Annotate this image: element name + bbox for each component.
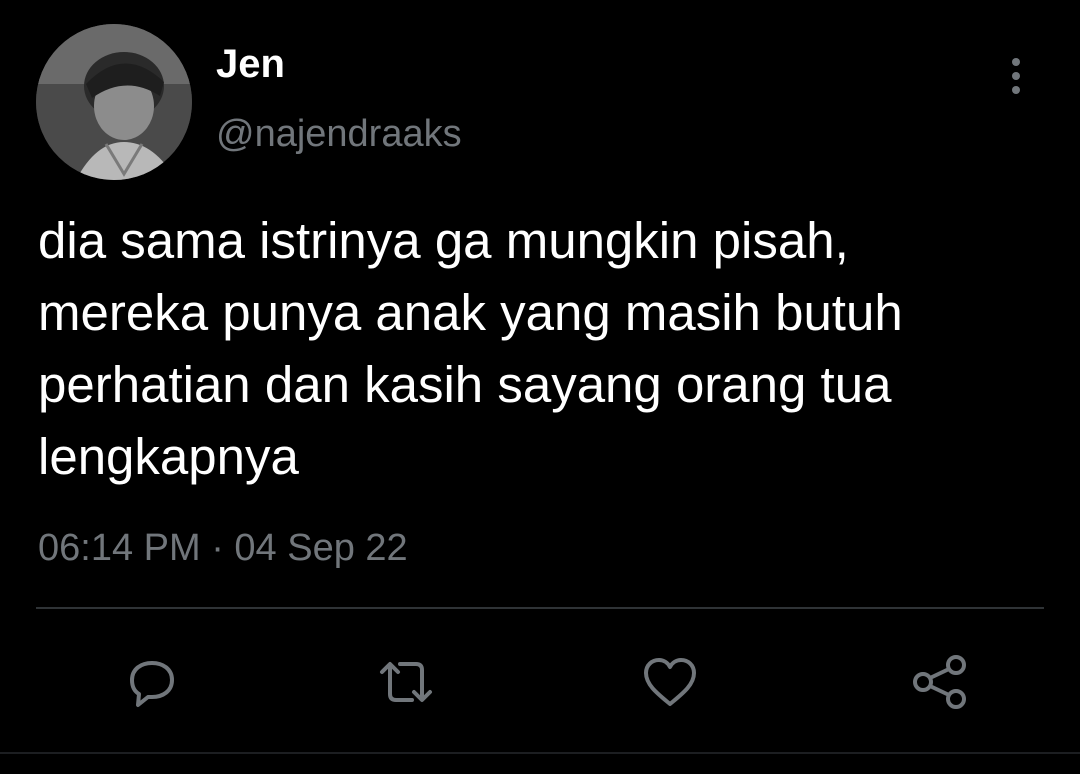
display-name[interactable]: Jen	[216, 40, 285, 88]
tweet-text: dia sama istrinya ga mungkin pisah, mere…	[38, 212, 903, 485]
reply-icon	[130, 661, 174, 707]
share-button[interactable]	[908, 650, 972, 714]
share-icon	[913, 655, 966, 709]
retweet-button[interactable]	[374, 650, 438, 714]
avatar-photo-icon	[36, 24, 192, 180]
heart-icon	[644, 658, 696, 706]
divider	[36, 607, 1044, 609]
reply-button[interactable]	[120, 650, 184, 714]
user-handle[interactable]: @najendraaks	[216, 110, 462, 158]
more-dot-icon	[1012, 72, 1020, 80]
divider	[0, 752, 1080, 754]
more-dot-icon	[1012, 58, 1020, 66]
more-options-button[interactable]	[996, 52, 1036, 100]
more-dot-icon	[1012, 86, 1020, 94]
retweet-icon	[380, 662, 432, 702]
like-button[interactable]	[638, 650, 702, 714]
avatar[interactable]	[36, 24, 192, 180]
tweet-timestamp[interactable]: 06:14 PM · 04 Sep 22	[38, 524, 408, 572]
